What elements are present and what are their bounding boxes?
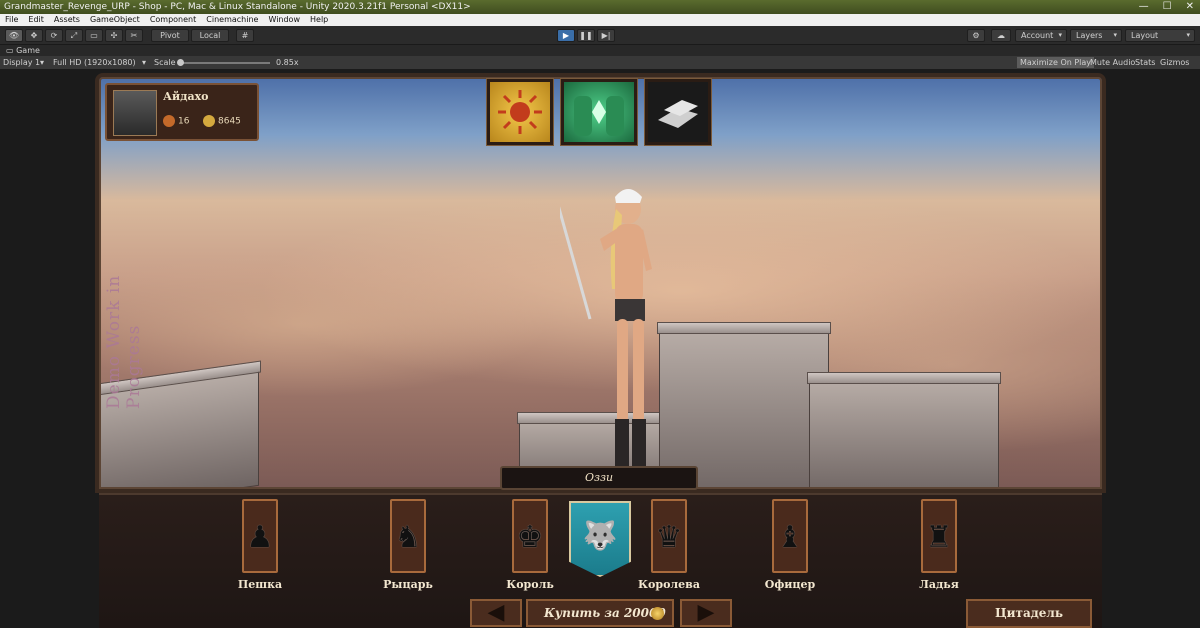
pawn-icon: ♟ [246,520,274,555]
knight-icon: ♞ [394,520,422,555]
rook-label: Ладья [919,578,959,591]
king-card[interactable]: ♚ [512,499,548,573]
pause-button[interactable]: ❚❚ [577,29,595,42]
grid-snap-icon[interactable]: # [236,29,254,42]
bishop-icon: ♝ [776,520,804,555]
bishop-label: Офицер [764,578,816,591]
rect-tool-icon[interactable]: ▭ [85,29,103,42]
player-gold: 8645 [203,115,241,127]
scale-slider-knob[interactable] [177,59,184,66]
player-name: Айдахо [163,90,209,103]
rook-icon: ♜ [925,520,953,555]
menu-gameobject[interactable]: GameObject [85,14,145,26]
account-label: Account [1021,31,1054,40]
game-viewport[interactable]: Demo Work in Progress Айдахо 16 8645 Озз… [0,69,1200,628]
scale-slider[interactable] [180,62,270,64]
bishop-card[interactable]: ♝ [772,499,808,573]
window-titlebar: Grandmaster_Revenge_URP - Shop - PC, Mac… [0,0,1200,14]
account-dropdown[interactable]: Account [1015,29,1067,42]
ability-sun-icon[interactable] [487,79,553,145]
resolution-chevron-icon: ▾ [142,58,147,67]
menu-edit[interactable]: Edit [23,14,49,26]
display-dropdown[interactable]: Display 1 [3,56,40,69]
faction-banner: 🐺 [569,501,631,577]
local-toggle[interactable]: Local [191,29,229,42]
gizmos-dropdown[interactable]: Gizmos [1157,57,1192,68]
queen-card[interactable]: ♛ [651,499,687,573]
play-button[interactable]: ▶ [557,29,575,42]
queen-label: Королева [638,578,700,591]
menu-window[interactable]: Window [263,14,305,26]
king-label: Король [506,578,554,591]
player-level-value: 16 [178,116,190,127]
display-chevron-icon: ▾ [40,58,45,67]
stats-toggle[interactable]: Stats [1132,57,1158,68]
buy-button[interactable]: Купить за 20000 [526,599,674,627]
level-icon [163,115,175,127]
move-tool-icon[interactable]: ✥ [25,29,43,42]
menu-component[interactable]: Component [145,14,201,26]
menu-assets[interactable]: Assets [49,14,85,26]
citadel-button[interactable]: Цитадель [966,599,1092,628]
scale-value: 0.85x [276,58,299,67]
layout-label: Layout [1131,31,1159,40]
window-title: Grandmaster_Revenge_URP - Shop - PC, Mac… [4,2,471,12]
transform-tool-icon[interactable]: ✣ [105,29,123,42]
character-name: Оззи [500,466,698,490]
scale-tool-icon[interactable]: ⤢ [65,29,83,42]
minimize-icon[interactable]: — [1139,0,1149,14]
layout-dropdown[interactable]: Layout [1125,29,1195,42]
queen-icon: ♛ [655,520,683,555]
next-button[interactable]: ▶ [680,599,732,627]
knight-label: Рыцарь [383,578,433,591]
buy-label: Купить за 20000 [544,606,666,620]
menu-cinemachine[interactable]: Cinemachine [201,14,263,26]
main-toolbar: 👁 ✥ ⟳ ⤢ ▭ ✣ ✂ Pivot Local # ▶ ❚❚ ▶| ⚙ ☁ … [0,26,1200,45]
ability-knights-icon[interactable] [561,79,637,145]
king-icon: ♚ [516,520,544,555]
step-button[interactable]: ▶| [597,29,615,42]
mute-audio-toggle[interactable]: Mute Audio [1087,57,1138,68]
gold-coin-icon [651,607,664,620]
game-tab-icon: ▭ [6,46,17,55]
demo-watermark: Demo Work in Progress [104,274,144,409]
arrow-right-icon: ▶ [697,600,715,625]
game-view-bar: Display 1 ▾ Full HD (1920x1080) ▾ Scale … [0,56,1200,69]
cloud-icon[interactable]: ☁ [991,29,1011,42]
knight-card[interactable]: ♞ [390,499,426,573]
menu-help[interactable]: Help [305,14,333,26]
local-label: Local [199,31,221,40]
pawn-card[interactable]: ♟ [242,499,278,573]
maximize-icon[interactable]: ☐ [1163,0,1172,14]
layers-label: Layers [1076,31,1103,40]
prev-button[interactable]: ◀ [470,599,522,627]
tab-game-label: Game [16,46,40,55]
gold-coin-icon [203,115,215,127]
scale-label: Scale [154,58,176,67]
resolution-dropdown[interactable]: Full HD (1920x1080) [53,56,136,69]
collab-icon[interactable]: ⚙ [967,29,985,42]
player-level: 16 [163,115,189,127]
view-tool-icon[interactable]: 👁 [5,29,23,42]
arrow-left-icon: ◀ [487,600,505,625]
rook-card[interactable]: ♜ [921,499,957,573]
rotate-tool-icon[interactable]: ⟳ [45,29,63,42]
layers-dropdown[interactable]: Layers [1070,29,1122,42]
close-icon[interactable]: ✕ [1186,0,1194,14]
maximize-on-play-toggle[interactable]: Maximize On Play [1017,57,1095,68]
custom-tool-icon[interactable]: ✂ [125,29,143,42]
wolf-icon: 🐺 [582,519,618,552]
pivot-label: Pivot [160,31,180,40]
pawn-label: Пешка [237,578,283,591]
player-panel: Айдахо 16 8645 [105,83,259,141]
pivot-toggle[interactable]: Pivot [151,29,189,42]
player-gold-value: 8645 [218,116,241,127]
menu-file[interactable]: File [0,14,23,26]
ability-silver-bars-icon[interactable] [645,79,711,145]
menu-bar: File Edit Assets GameObject Component Ci… [0,14,1200,26]
tab-game[interactable]: ▭ Game [0,45,1200,56]
avatar [113,90,157,136]
